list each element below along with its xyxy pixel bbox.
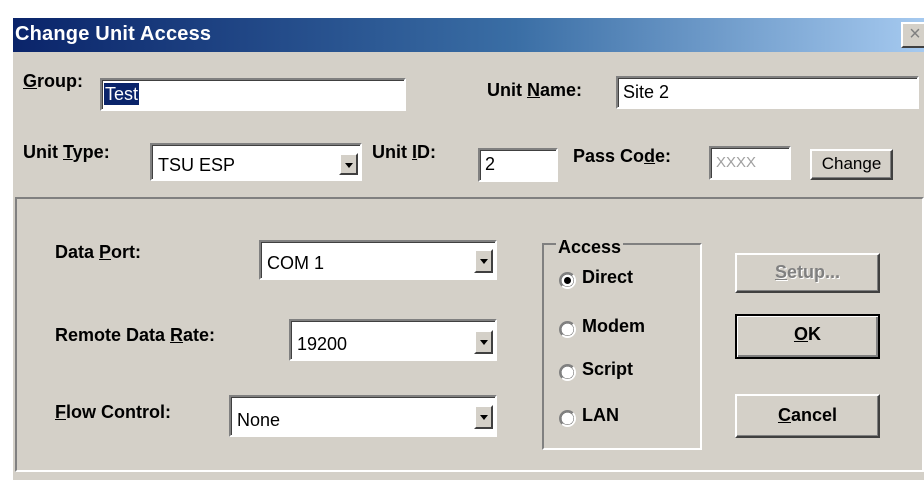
radio-checked-icon[interactable]: [559, 272, 576, 289]
group-input[interactable]: Test: [100, 78, 406, 111]
data-port-label: Data Port:: [55, 242, 142, 262]
unit-id-input[interactable]: 2: [478, 148, 558, 182]
chevron-down-icon[interactable]: [339, 153, 358, 175]
unit-type-select[interactable]: TSU ESP: [150, 143, 362, 181]
radio-icon[interactable]: [559, 410, 576, 427]
close-button[interactable]: ×: [901, 22, 924, 48]
unit-id-value: 2: [485, 154, 496, 174]
flow-control-label: Flow Control:: [55, 402, 171, 422]
title-bar[interactable]: Change Unit Access ×: [13, 18, 924, 52]
unit-type-value: TSU ESP: [158, 155, 236, 175]
unit-id-label: Unit ID:: [372, 142, 437, 162]
remote-data-rate-select[interactable]: 19200: [289, 319, 497, 361]
access-option-label: Script: [582, 359, 634, 379]
window-title: Change Unit Access: [15, 23, 212, 45]
group-label: Group:: [23, 71, 83, 91]
unit-type-label: Unit Type:: [23, 142, 110, 162]
flow-control-value: None: [237, 410, 281, 430]
access-option-label: Direct: [582, 267, 634, 287]
close-icon: ×: [909, 23, 921, 45]
unit-name-input[interactable]: Site 2: [616, 76, 919, 109]
unit-name-label: Unit Name:: [487, 80, 583, 100]
access-legend: Access: [556, 237, 624, 258]
pass-code-value: XXXX: [716, 154, 757, 171]
chevron-down-icon[interactable]: [474, 405, 493, 429]
flow-control-select[interactable]: None: [229, 395, 497, 437]
group-value: Test: [104, 83, 140, 105]
data-port-value: COM 1: [267, 253, 325, 273]
radio-icon[interactable]: [559, 321, 576, 338]
remote-data-rate-value: 19200: [297, 334, 348, 354]
setup-button[interactable]: Setup...: [735, 253, 880, 293]
chevron-down-icon[interactable]: [474, 249, 493, 273]
remote-data-rate-label: Remote Data Rate:: [55, 325, 216, 345]
radio-icon[interactable]: [559, 364, 576, 381]
ok-button[interactable]: OK: [735, 314, 880, 359]
access-option-label: LAN: [582, 405, 619, 425]
cancel-button[interactable]: Cancel: [735, 394, 880, 438]
data-port-select[interactable]: COM 1: [259, 240, 497, 280]
chevron-down-icon[interactable]: [474, 330, 493, 354]
pass-code-label: Pass Code:: [573, 146, 672, 166]
unit-name-value: Site 2: [623, 82, 670, 102]
access-option-label: Modem: [582, 316, 645, 336]
pass-code-input[interactable]: XXXX: [709, 146, 791, 180]
change-unit-access-dialog: Change Unit Access × Group: Test Unit Na…: [11, 16, 924, 480]
change-button[interactable]: Change: [810, 149, 893, 180]
